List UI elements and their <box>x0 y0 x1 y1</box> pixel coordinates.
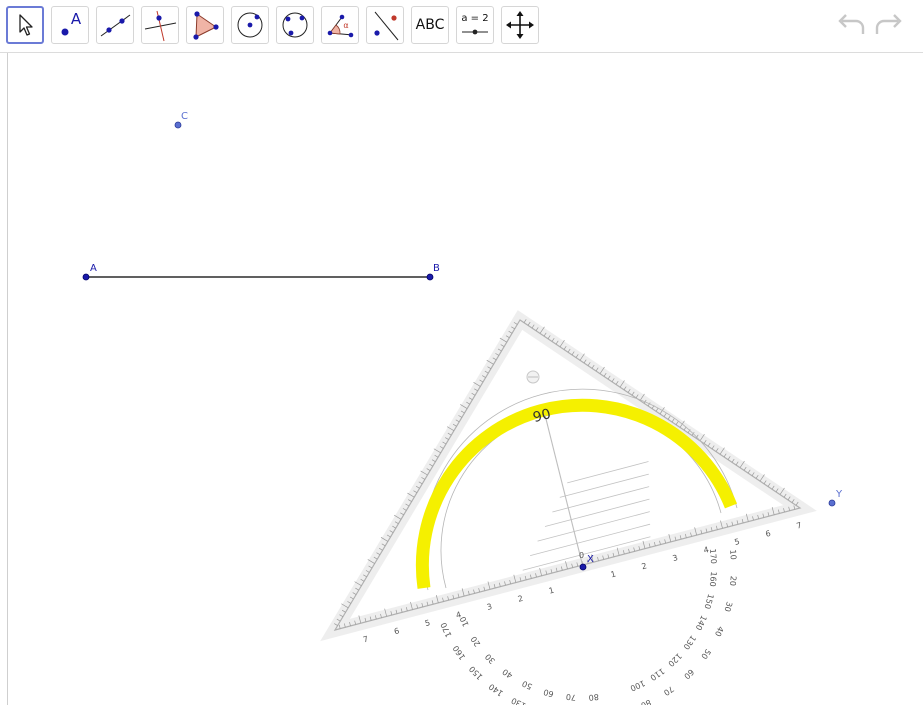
ruler-number-label: 4 <box>703 545 710 555</box>
point-c[interactable] <box>174 121 182 129</box>
zero-label: 0 <box>579 551 584 560</box>
ruler-number-label: 6 <box>393 626 400 636</box>
inner-degree-label: 80 <box>588 692 599 702</box>
ruler-number-label: 7 <box>795 521 802 531</box>
point-x[interactable] <box>579 563 587 571</box>
outer-degree-label: 140 <box>487 682 505 698</box>
ruler-number-label: 6 <box>764 529 771 539</box>
outer-degree-label: 10 <box>728 549 738 560</box>
ruler-number-label: 5 <box>734 537 741 547</box>
outer-degree-label: 160 <box>451 644 467 662</box>
graphics-view[interactable]: 1020304050607080100110120130140150160170… <box>0 0 923 705</box>
outer-degree-label: 70 <box>662 684 675 697</box>
ruler-number-label: 1 <box>610 569 617 579</box>
inner-degree-label: 40 <box>501 667 515 680</box>
outer-degree-label: 150 <box>467 664 484 681</box>
point-a[interactable] <box>82 273 90 281</box>
outer-degree-label: 50 <box>699 647 712 661</box>
outer-degree-label: 20 <box>728 575 738 586</box>
inner-degree-label: 160 <box>708 571 718 587</box>
inner-degree-label: 110 <box>648 666 666 682</box>
ruler-number-label: 4 <box>455 610 462 620</box>
ruler-number-label: 3 <box>672 553 679 563</box>
inner-degree-label: 130 <box>681 634 697 652</box>
inner-degree-label: 100 <box>629 678 647 693</box>
outer-degree-label: 30 <box>722 601 733 613</box>
inner-degree-label: 60 <box>542 687 554 698</box>
point-y-label: Y <box>835 489 843 500</box>
point-b[interactable] <box>426 273 434 281</box>
ruler-number-label: 2 <box>641 561 648 571</box>
ruler-number-label: 1 <box>548 586 555 596</box>
ruler-number-label: 3 <box>486 602 493 612</box>
outer-degree-label: 170 <box>439 621 454 639</box>
ruler-number-label: 5 <box>424 618 431 628</box>
inner-degree-label: 30 <box>483 652 497 666</box>
outer-degree-label: 40 <box>713 625 725 638</box>
inner-degree-label: 70 <box>565 692 576 702</box>
ruler-number-label: 2 <box>517 594 524 604</box>
outer-degree-label: 80 <box>639 698 652 705</box>
set-square[interactable]: 1020304050607080100110120130140150160170… <box>320 310 817 705</box>
inner-degree-label: 20 <box>469 635 482 648</box>
outer-degree-label: 60 <box>682 667 696 681</box>
outer-degree-label: 130 <box>510 696 528 705</box>
point-y[interactable] <box>828 499 836 507</box>
inner-degree-label: 140 <box>694 614 709 632</box>
inner-degree-label: 170 <box>708 548 718 564</box>
point-a-label: A <box>90 263 97 274</box>
ruler-number-label: 7 <box>362 634 369 644</box>
point-b-label: B <box>433 263 440 274</box>
inner-degree-label: 120 <box>666 651 683 668</box>
point-c-label: C <box>181 111 188 122</box>
inner-degree-label: 50 <box>521 679 534 691</box>
inner-degree-label: 150 <box>703 593 716 610</box>
point-x-label: X <box>587 554 594 565</box>
